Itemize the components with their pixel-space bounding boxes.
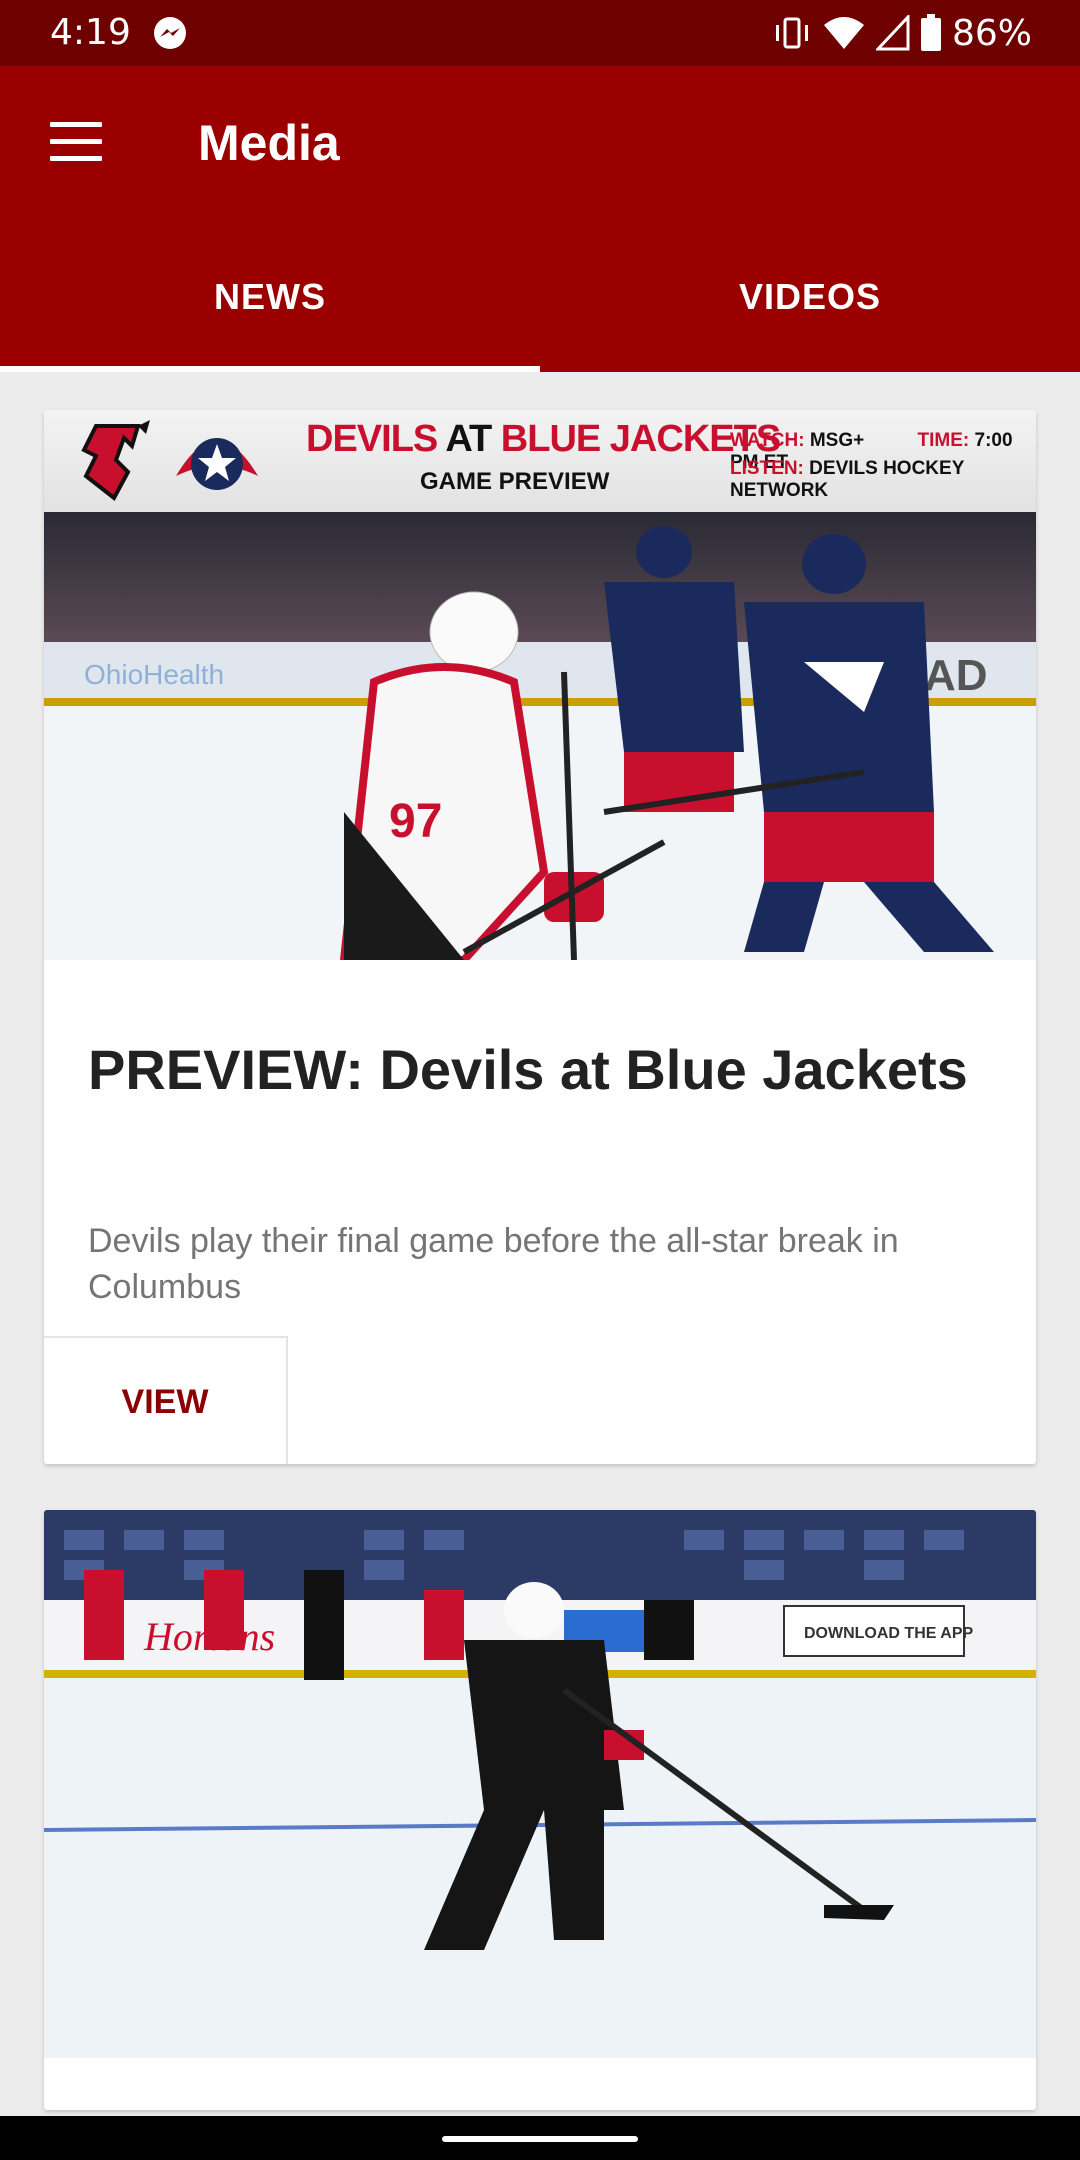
- messenger-icon: [154, 17, 186, 49]
- tab-videos[interactable]: VIDEOS: [540, 222, 1080, 372]
- article-description: Devils play their final game before the …: [88, 1222, 899, 1306]
- banner-time-label: TIME:: [917, 430, 970, 451]
- game-preview-banner: DEVILS AT BLUE JACKETS GAME PREVIEW WATC…: [44, 410, 1036, 512]
- tab-news[interactable]: NEWS: [0, 222, 540, 372]
- vibrate-icon: [775, 17, 808, 49]
- status-bar: 4:19 86%: [0, 0, 1080, 66]
- banner-team-1: DEVILS: [306, 418, 438, 460]
- signal-icon: [875, 15, 910, 51]
- svg-text:OhioHealth: OhioHealth: [84, 659, 224, 690]
- article-title[interactable]: PREVIEW: Devils at Blue Jackets: [88, 1032, 988, 1108]
- battery-percent: 86%: [951, 12, 1032, 54]
- home-gesture-handle[interactable]: [442, 2136, 638, 2142]
- banner-at: AT: [437, 418, 501, 460]
- svg-text:AD: AD: [924, 651, 988, 700]
- news-card[interactable]: Hortons DOWNLOAD THE APP: [44, 1510, 1036, 2110]
- blue-jackets-logo: [176, 438, 258, 490]
- banner-listen-label: LISTEN:: [730, 458, 804, 479]
- banner-headline: DEVILS AT BLUE JACKETS: [306, 418, 781, 461]
- tab-indicator: [0, 366, 540, 372]
- banner-watch-value: MSG+: [809, 430, 865, 451]
- page-title: Media: [198, 115, 340, 171]
- devils-logo: [81, 420, 150, 502]
- article-photo[interactable]: Hortons DOWNLOAD THE APP: [44, 1510, 1036, 2058]
- status-time: 4:19: [50, 12, 131, 53]
- status-right: 86%: [772, 10, 1032, 56]
- article-photo[interactable]: OhioHealth AD 97: [44, 512, 1036, 960]
- hockey-game-photo: OhioHealth AD 97: [44, 512, 1036, 960]
- banner-watch-label: WATCH:: [730, 430, 805, 451]
- news-card[interactable]: DEVILS AT BLUE JACKETS GAME PREVIEW WATC…: [44, 410, 1036, 1464]
- tab-bar: NEWS VIDEOS: [0, 222, 1080, 372]
- battery-icon: [920, 14, 941, 51]
- banner-subtitle: GAME PREVIEW: [420, 468, 610, 495]
- wifi-icon: [823, 17, 864, 49]
- view-button[interactable]: VIEW: [44, 1336, 288, 1464]
- hockey-practice-photo: Hortons DOWNLOAD THE APP: [44, 1510, 1036, 2058]
- board-text: DOWNLOAD THE APP: [804, 1625, 974, 1642]
- banner-listen-line: LISTEN: DEVILS HOCKEY NETWORK: [730, 458, 1036, 502]
- system-nav-bar: [0, 2116, 1080, 2160]
- hamburger-menu-icon[interactable]: [50, 122, 102, 162]
- jersey-number: 97: [389, 795, 442, 848]
- app-bar: Media: [0, 66, 1080, 222]
